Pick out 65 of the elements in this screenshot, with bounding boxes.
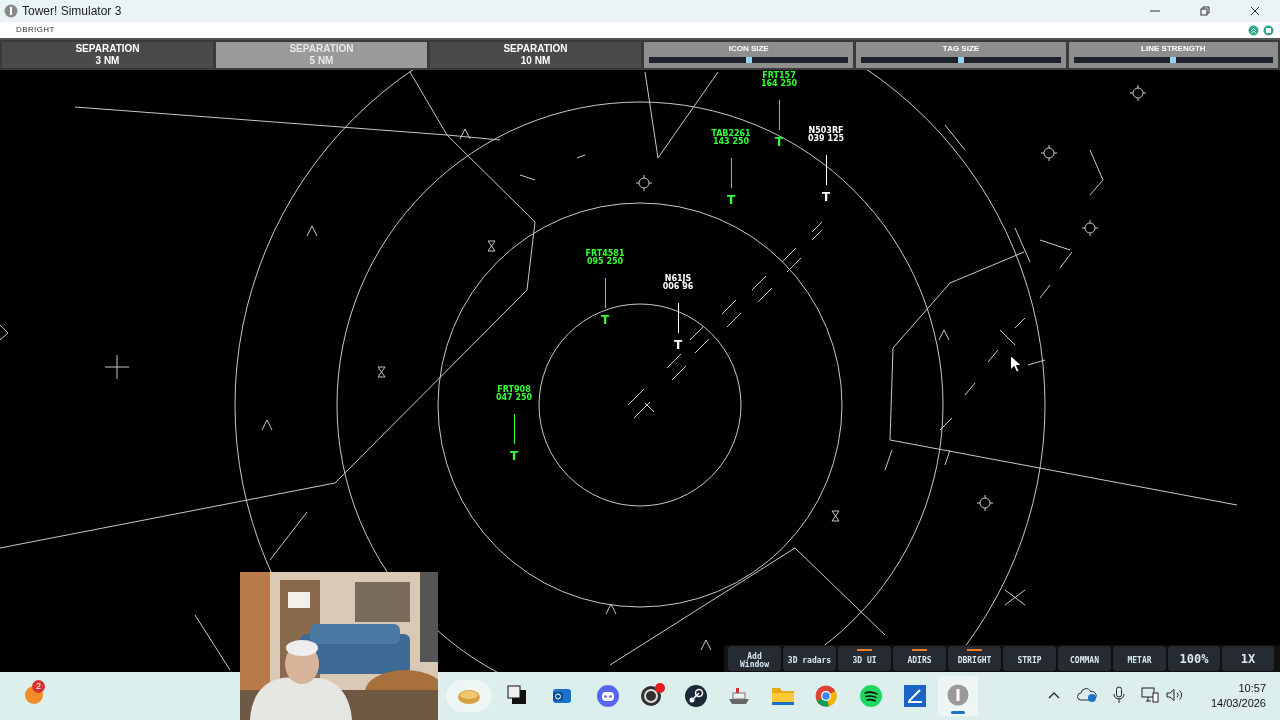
speaker-icon[interactable] bbox=[1166, 688, 1184, 702]
document-app-icon[interactable] bbox=[903, 684, 927, 708]
menu-label[interactable]: DBRIGHT bbox=[16, 24, 55, 36]
leader-line bbox=[677, 303, 679, 333]
slider-label: TAG SIZE bbox=[942, 43, 980, 55]
chevron-up-icon[interactable] bbox=[1048, 691, 1060, 699]
aircraft-label[interactable]: TAB2261 143 250 bbox=[711, 130, 751, 146]
toolbar-button[interactable]: 1X bbox=[1222, 646, 1274, 671]
leader-line bbox=[604, 278, 606, 308]
app-icon bbox=[4, 4, 18, 18]
aircraft-label[interactable]: FRT157 164 250 bbox=[760, 72, 798, 88]
toolbar-button[interactable]: 100% bbox=[1168, 646, 1220, 671]
recorder-app-icon[interactable] bbox=[640, 682, 666, 708]
network-icon[interactable] bbox=[1141, 687, 1159, 703]
mouse-pointer-icon bbox=[1010, 355, 1022, 373]
slider-thumb[interactable] bbox=[745, 57, 752, 63]
aircraft-label[interactable]: FRT4581 095 250 bbox=[585, 250, 625, 266]
toolbar-button[interactable]: Add Window bbox=[728, 646, 781, 671]
leader-line bbox=[825, 155, 827, 185]
slider-thumb[interactable] bbox=[1170, 57, 1177, 63]
slider-thumb[interactable] bbox=[958, 57, 964, 63]
toolbar-button[interactable]: STRIP bbox=[1003, 646, 1056, 671]
chat-app-icon[interactable] bbox=[596, 684, 620, 708]
leader-line bbox=[513, 414, 515, 444]
slider-label: LINE STRENGTH bbox=[1141, 43, 1206, 55]
separation-button[interactable]: SEPARATION 3 NM bbox=[2, 42, 213, 68]
clock-date: 14/03/2026 bbox=[1210, 696, 1266, 711]
microphone-icon[interactable] bbox=[1113, 686, 1125, 704]
separation-button[interactable]: SEPARATION 10 NM bbox=[430, 42, 641, 68]
aircraft-label[interactable]: FRT908 047 250 bbox=[495, 386, 533, 402]
toolbar-button[interactable]: 3D UI bbox=[838, 646, 891, 671]
leader-line bbox=[730, 158, 732, 188]
clock-time: 10:57 bbox=[1238, 681, 1266, 696]
notification-badge: 2 bbox=[32, 680, 45, 693]
active-app-highlight[interactable] bbox=[938, 676, 978, 716]
target-symbol[interactable]: T bbox=[509, 450, 519, 462]
toolbar-button[interactable]: 3D radars bbox=[783, 646, 836, 671]
target-symbol[interactable]: T bbox=[600, 314, 610, 326]
music-app-icon[interactable] bbox=[859, 684, 883, 708]
window-title: Tower! Simulator 3 bbox=[22, 3, 122, 20]
stop-icon[interactable] bbox=[1263, 24, 1274, 36]
window-icon[interactable] bbox=[507, 685, 527, 705]
aircraft-label[interactable]: N61JS 006 96 bbox=[662, 275, 694, 291]
target-symbol[interactable]: T bbox=[726, 194, 736, 206]
target-symbol[interactable]: T bbox=[774, 136, 784, 148]
slider-track[interactable] bbox=[861, 57, 1061, 63]
app-icon bbox=[947, 684, 969, 706]
toolbar-button[interactable]: COMMAN bbox=[1058, 646, 1111, 671]
close-icon[interactable] bbox=[1250, 6, 1260, 16]
game-store-icon[interactable] bbox=[684, 684, 708, 708]
aircraft-label[interactable]: N503RF 039 125 bbox=[807, 127, 845, 143]
browser-icon[interactable] bbox=[815, 685, 837, 707]
leader-line bbox=[778, 100, 780, 130]
slider-track[interactable] bbox=[649, 57, 849, 63]
toolbar-button[interactable]: DBRIGHT bbox=[948, 646, 1001, 671]
slider-track[interactable] bbox=[1073, 57, 1273, 63]
folder-icon[interactable] bbox=[771, 685, 795, 707]
expand-icon[interactable] bbox=[1248, 24, 1259, 36]
restore-icon[interactable] bbox=[1200, 6, 1210, 16]
slider-label: ICON SIZE bbox=[728, 43, 769, 55]
target-symbol[interactable]: T bbox=[821, 191, 831, 203]
target-symbol[interactable]: T bbox=[673, 339, 683, 351]
toolbar-button[interactable]: METAR bbox=[1113, 646, 1166, 671]
cloud-icon[interactable] bbox=[1077, 687, 1097, 703]
toolbar-button[interactable]: ADIRS bbox=[893, 646, 946, 671]
